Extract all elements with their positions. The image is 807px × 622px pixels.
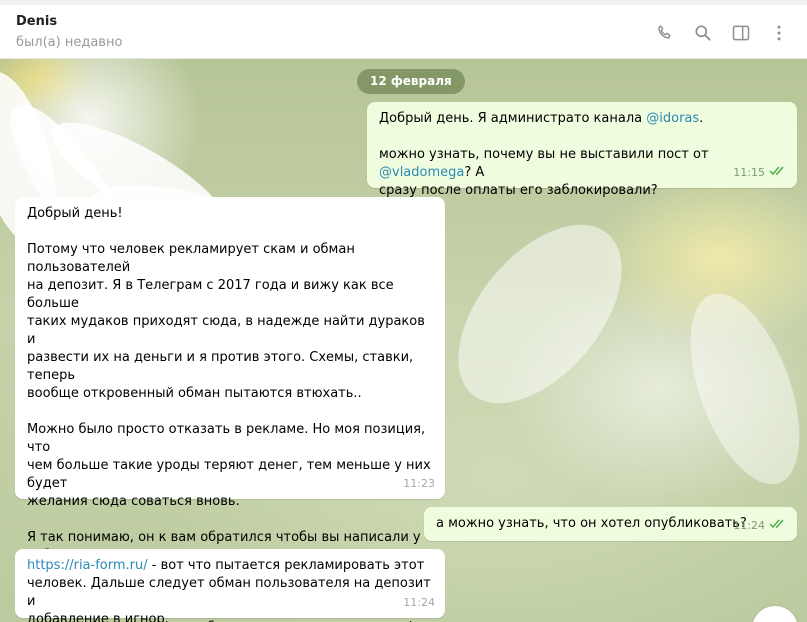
message-meta: 11:23 [403, 475, 435, 493]
message-outgoing[interactable]: а можно узнать, что он хотел опубликоват… [424, 507, 797, 541]
read-checks-icon [769, 517, 787, 535]
wallpaper-petal [426, 194, 654, 434]
message-incoming[interactable]: https://ria-form.ru/ - вот что пытается … [15, 549, 445, 622]
url-link[interactable]: https://ria-form.ru/ [27, 558, 148, 573]
message-text: Добрый день. Я администрато канала @idor… [379, 111, 709, 198]
message-text: https://ria-form.ru/ - вот что пытается … [27, 558, 431, 622]
peer-name[interactable]: Denis [16, 14, 57, 29]
phone-icon[interactable] [649, 17, 681, 49]
wallpaper-petal [668, 279, 807, 499]
message-time: 11:23 [403, 477, 435, 490]
date-separator: 12 февраля [357, 69, 465, 94]
message-meta: 11:24 [733, 517, 787, 535]
search-icon[interactable] [687, 17, 719, 49]
mention-link[interactable]: @idoras [646, 111, 699, 126]
message-incoming[interactable]: Добрый день! Потому что человек рекламир… [15, 197, 445, 622]
chat-header: Denis был(а) недавно [0, 0, 807, 59]
message-time: 11:24 [403, 596, 435, 609]
message-time: 11:24 [733, 519, 765, 532]
header-actions [649, 17, 795, 49]
message-meta: 11:24 [403, 594, 435, 612]
mention-link[interactable]: @vladomega [379, 165, 464, 180]
sidebar-toggle-icon[interactable] [725, 17, 757, 49]
message-outgoing[interactable]: Добрый день. Я администрато канала @idor… [367, 102, 797, 198]
peer-status: был(а) недавно [16, 35, 123, 50]
message-meta: 11:15 [733, 164, 787, 182]
message-time: 11:15 [733, 166, 765, 179]
read-checks-icon [769, 164, 787, 182]
more-vertical-icon[interactable] [763, 17, 795, 49]
